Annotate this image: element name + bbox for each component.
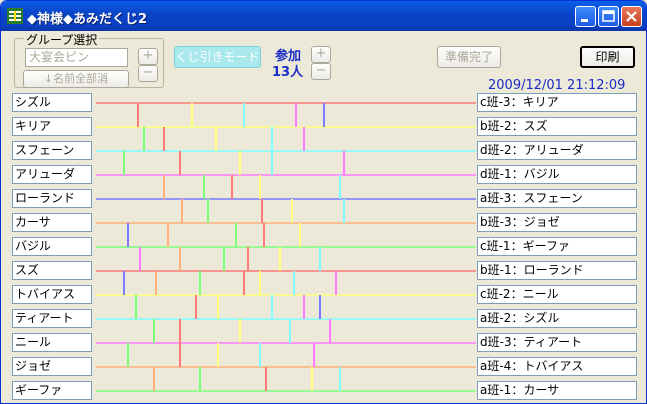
name-field[interactable]: アリューダ — [12, 165, 92, 184]
title-bar[interactable]: ◆神様◆あみだくじ2 — [1, 1, 646, 31]
result-field: a班-3：スフェーン — [477, 189, 637, 208]
window-title: ◆神様◆あみだくじ2 — [27, 12, 148, 27]
result-field: c班-1：ギーファ — [477, 237, 637, 256]
client-area: グループ選択 大宴会ピン + − ↓名前全部消 くじ引きモード 参加 13人 +… — [4, 31, 644, 402]
name-field[interactable]: バジル — [12, 237, 92, 256]
result-field: a班-1：カーサ — [477, 381, 637, 400]
name-field[interactable]: ティアート — [12, 309, 92, 328]
name-field[interactable]: スフェーン — [12, 141, 92, 160]
name-field[interactable]: ギーファ — [12, 381, 92, 400]
result-field: d班-1：バジル — [477, 165, 637, 184]
result-field: d班-3：ティアート — [477, 333, 637, 352]
name-field[interactable]: ニール — [12, 333, 92, 352]
result-field: a班-2：シズル — [477, 309, 637, 328]
close-button[interactable] — [621, 6, 642, 27]
name-field[interactable]: ローランド — [12, 189, 92, 208]
name-field[interactable]: カーサ — [12, 213, 92, 232]
app-icon — [7, 8, 23, 24]
result-field: d班-2：アリューダ — [477, 141, 637, 160]
name-field[interactable]: キリア — [12, 117, 92, 136]
result-field: c班-2：ニール — [477, 285, 637, 304]
result-field: b班-1：ローランド — [477, 261, 637, 280]
result-field: a班-4：トバイアス — [477, 357, 637, 376]
result-field: b班-3：ジョゼ — [477, 213, 637, 232]
minimize-icon — [581, 19, 588, 22]
result-field: c班-3：キリア — [477, 93, 637, 112]
name-field[interactable]: スズ — [12, 261, 92, 280]
name-field[interactable]: トバイアス — [12, 285, 92, 304]
maximize-icon — [602, 10, 615, 22]
close-icon — [626, 11, 637, 22]
name-field[interactable]: シズル — [12, 93, 92, 112]
minimize-button[interactable] — [575, 6, 596, 27]
app-window: ◆神様◆あみだくじ2 グループ選択 大宴会ピン + − ↓名前全部消 くじ引きモ… — [0, 0, 647, 404]
maximize-button[interactable] — [598, 6, 619, 27]
result-field: b班-2：スズ — [477, 117, 637, 136]
name-field[interactable]: ジョゼ — [12, 357, 92, 376]
